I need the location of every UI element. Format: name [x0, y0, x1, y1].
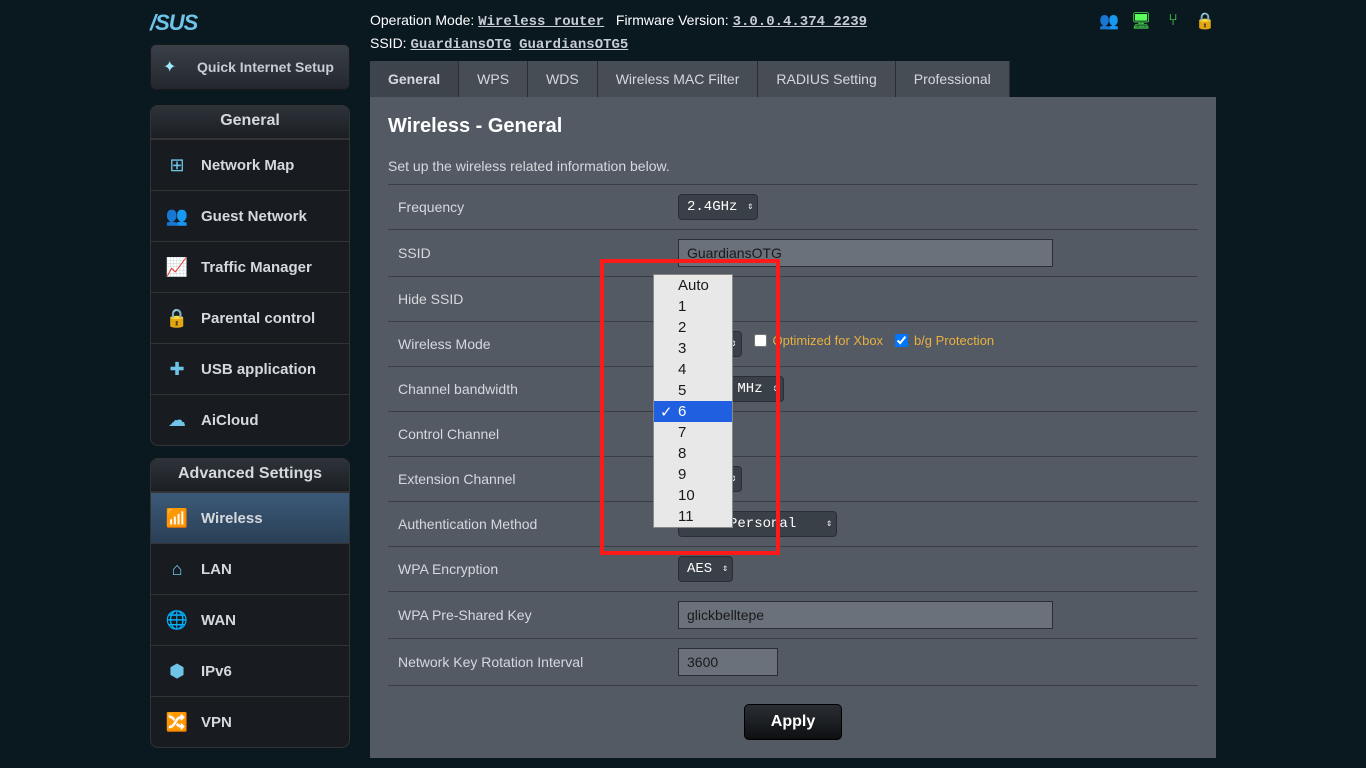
label-channel-bw: Channel bandwidth	[388, 367, 668, 412]
tab-radius[interactable]: RADIUS Setting	[758, 61, 895, 97]
sidebar-item-wireless[interactable]: 📶 Wireless	[151, 492, 349, 543]
channel-option-2[interactable]: 2	[654, 317, 732, 338]
usb-icon[interactable]: ⑂	[1162, 10, 1184, 32]
label-wpa-enc: WPA Encryption	[388, 547, 668, 592]
label-hide-ssid: Hide SSID	[388, 277, 668, 322]
channel-option-1[interactable]: 1	[654, 296, 732, 317]
tabs-bar: General WPS WDS Wireless MAC Filter RADI…	[370, 61, 1216, 97]
tab-mac-filter[interactable]: Wireless MAC Filter	[598, 61, 759, 97]
advanced-section: Advanced Settings 📶 Wireless ⌂ LAN 🌐 WAN…	[150, 458, 350, 748]
label-wireless-mode: Wireless Mode	[388, 322, 668, 367]
traffic-icon: 📈	[165, 255, 189, 279]
channel-option-10[interactable]: 10	[654, 485, 732, 506]
frequency-select[interactable]: 2.4GHz	[678, 194, 758, 220]
operation-mode-link[interactable]: Wireless router	[478, 14, 604, 30]
channel-option-11[interactable]: 11	[654, 506, 732, 527]
vpn-icon: 🔀	[165, 710, 189, 734]
channel-option-3[interactable]: 3	[654, 338, 732, 359]
bg-checkbox[interactable]	[895, 334, 908, 347]
qis-label: Quick Internet Setup	[197, 59, 334, 76]
header-info: Operation Mode: Wireless router Firmware…	[370, 10, 867, 56]
firmware-link[interactable]: 3.0.0.4.374_2239	[733, 14, 867, 30]
wand-icon: ✦	[163, 55, 187, 79]
home-icon: ⌂	[165, 557, 189, 581]
channel-option-9[interactable]: 9	[654, 464, 732, 485]
security-icon[interactable]: 🔒	[1194, 10, 1216, 32]
apply-button[interactable]: Apply	[744, 704, 842, 740]
lock-icon: 🔒	[165, 306, 189, 330]
sidebar-item-ipv6[interactable]: ⬢ IPv6	[151, 645, 349, 696]
ssid-input[interactable]	[678, 239, 1053, 267]
general-section: General ⊞ Network Map 👥 Guest Network 📈 …	[150, 105, 350, 446]
sidebar-item-parental-control[interactable]: 🔒 Parental control	[151, 292, 349, 343]
general-header: General	[151, 106, 349, 139]
settings-table: Frequency 2.4GHz SSID Hide SSID No Wirel…	[388, 184, 1198, 686]
wpa-enc-select[interactable]: AES	[678, 556, 733, 582]
label-ext-channel: Extension Channel	[388, 457, 668, 502]
cloud-icon: ☁	[165, 408, 189, 432]
channel-option-6[interactable]: 6	[654, 401, 732, 422]
wireless-icon: 📶	[165, 506, 189, 530]
channel-option-5[interactable]: 5	[654, 380, 732, 401]
sidebar-item-wan[interactable]: 🌐 WAN	[151, 594, 349, 645]
sidebar-item-traffic-manager[interactable]: 📈 Traffic Manager	[151, 241, 349, 292]
label-frequency: Frequency	[388, 185, 668, 230]
brand-logo: /SUS	[150, 10, 350, 36]
sidebar-item-aicloud[interactable]: ☁ AiCloud	[151, 394, 349, 445]
guest-network-icon: 👥	[165, 204, 189, 228]
channel-option-7[interactable]: 7	[654, 422, 732, 443]
advanced-header: Advanced Settings	[151, 459, 349, 492]
users-icon[interactable]: 👥	[1098, 10, 1120, 32]
network-map-icon: ⊞	[165, 153, 189, 177]
label-control-channel: Control Channel	[388, 412, 668, 457]
page-desc: Set up the wireless related information …	[388, 158, 1198, 174]
wpa-psk-input[interactable]	[678, 601, 1053, 629]
control-channel-dropdown[interactable]: Auto 1 2 3 4 5 6 7 8 9 10 11	[653, 274, 733, 528]
content-panel: Wireless - General Set up the wireless r…	[370, 97, 1216, 758]
xbox-checkbox[interactable]	[754, 334, 767, 347]
quick-internet-setup-button[interactable]: ✦ Quick Internet Setup	[150, 44, 350, 90]
screen-icon[interactable]: 🖥	[1130, 10, 1152, 32]
ssid1-link[interactable]: GuardiansOTG	[410, 37, 511, 53]
sidebar-item-vpn[interactable]: 🔀 VPN	[151, 696, 349, 747]
sidebar-item-usb-application[interactable]: ✚ USB application	[151, 343, 349, 394]
channel-option-8[interactable]: 8	[654, 443, 732, 464]
ipv6-icon: ⬢	[165, 659, 189, 683]
page-title: Wireless - General	[388, 115, 1198, 138]
label-ssid: SSID	[388, 230, 668, 277]
key-rotation-input[interactable]	[678, 648, 778, 676]
sidebar-item-lan[interactable]: ⌂ LAN	[151, 543, 349, 594]
puzzle-icon: ✚	[165, 357, 189, 381]
tab-wds[interactable]: WDS	[528, 61, 598, 97]
label-wpa-psk: WPA Pre-Shared Key	[388, 592, 668, 639]
label-key-rotation: Network Key Rotation Interval	[388, 639, 668, 686]
ssid2-link[interactable]: GuardiansOTG5	[519, 37, 628, 53]
tab-professional[interactable]: Professional	[896, 61, 1010, 97]
sidebar-item-network-map[interactable]: ⊞ Network Map	[151, 139, 349, 190]
sidebar-item-guest-network[interactable]: 👥 Guest Network	[151, 190, 349, 241]
globe-icon: 🌐	[165, 608, 189, 632]
channel-option-4[interactable]: 4	[654, 359, 732, 380]
channel-option-auto[interactable]: Auto	[654, 275, 732, 296]
tab-general[interactable]: General	[370, 61, 459, 97]
tab-wps[interactable]: WPS	[459, 61, 528, 97]
label-auth-method: Authentication Method	[388, 502, 668, 547]
